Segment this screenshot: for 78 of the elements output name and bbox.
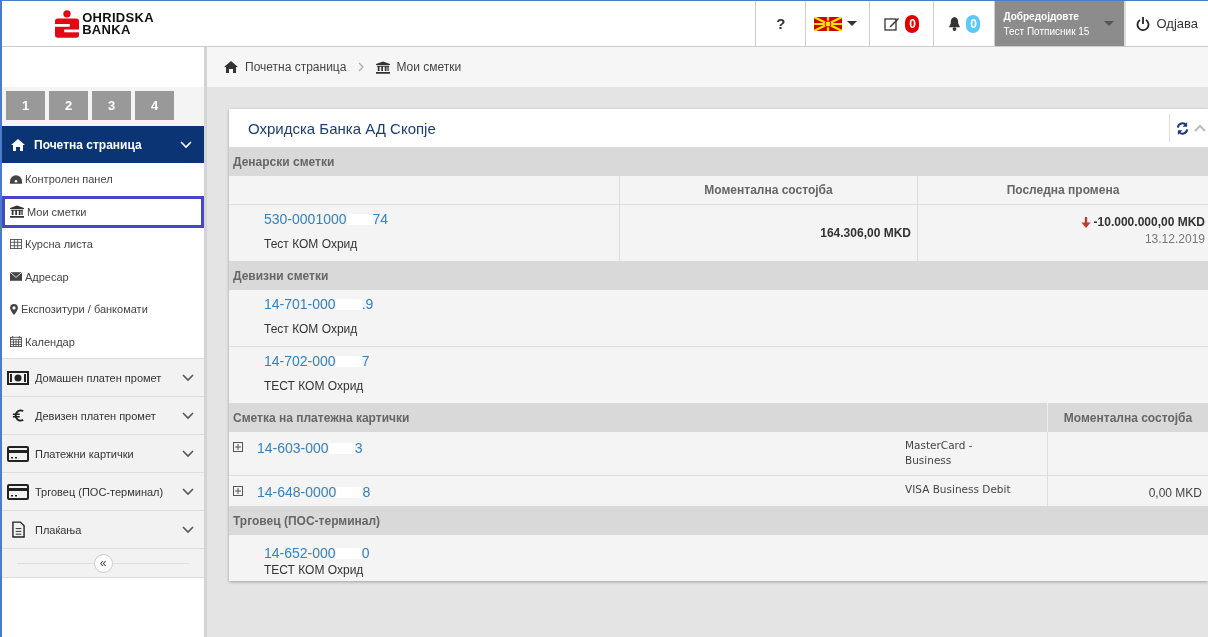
balance-amount: 0,00 MKD	[1148, 486, 1202, 500]
sidebar-item[interactable]: Контролен панел	[2, 163, 204, 196]
account-holder: ТЕСТ КОМ Охрид	[264, 563, 365, 577]
count-badge: 0	[966, 14, 981, 33]
menu-group[interactable]: Плаќања	[2, 510, 204, 548]
card-type: MasterCard - Business	[905, 438, 974, 468]
change-amount: -10.000.000,00 MKD	[1093, 215, 1205, 229]
logout-button[interactable]: Одјава	[1126, 1, 1208, 46]
account-number-link[interactable]: 14-648-0000 8	[257, 484, 371, 500]
flag-icon	[814, 16, 843, 31]
credit-card-icon	[6, 445, 30, 462]
column-header: Последна промена	[1006, 183, 1120, 197]
messages-button[interactable]: 0	[869, 1, 934, 46]
chevron-down-icon	[182, 449, 194, 458]
sidebar-item[interactable]: Адресар	[2, 260, 204, 293]
edit-icon	[884, 16, 901, 31]
arrow-down-icon	[1080, 216, 1091, 228]
calendar-icon	[10, 336, 22, 348]
help-button[interactable]: ?	[755, 1, 806, 46]
expand-icon[interactable]	[233, 486, 243, 496]
grid-icon	[10, 239, 22, 250]
section-heading: Сметка на платежна картички	[233, 410, 410, 425]
bank-icon	[10, 205, 24, 219]
account-holder: ТЕСТ КОМ Охрид	[264, 379, 365, 393]
map-pin-icon	[10, 303, 18, 315]
sidebar-item[interactable]: Мои сметки	[2, 195, 204, 228]
breadcrumb-link[interactable]: Мои сметки	[396, 60, 462, 74]
expand-icon[interactable]	[233, 442, 243, 452]
sidebar-item[interactable]: Календар	[2, 325, 204, 358]
menu-group[interactable]: Платежни картички	[2, 434, 204, 472]
chevron-down-icon	[182, 373, 194, 382]
account-number-link[interactable]: 14-652-000 0	[264, 545, 370, 561]
envelope-icon	[10, 272, 22, 282]
caret-icon	[1104, 21, 1115, 26]
count-badge: 0	[905, 14, 920, 33]
section-heading: Трговец (ПОС-терминал)	[229, 506, 1208, 535]
account-holder: Тест КОМ Охрид	[264, 237, 359, 251]
chevron-down-icon	[180, 140, 192, 149]
home-icon	[10, 137, 26, 152]
balance-amount: 164.306,00 MKD	[820, 226, 911, 240]
chevron-down-icon	[182, 411, 194, 420]
column-header: Моментална состојба	[704, 183, 833, 197]
chevron-right-icon	[358, 62, 365, 72]
account-number-link[interactable]: 14-701-000 .9	[264, 296, 374, 312]
caret-icon	[847, 21, 858, 26]
account-holder: Тест КОМ Охрид	[264, 322, 359, 336]
chevron-down-icon	[182, 487, 194, 496]
menu-group[interactable]: Трговец (ПОС-терминал)	[2, 472, 204, 510]
card-type: VISA Business Debit	[905, 482, 1011, 497]
user-name: Тест Потписник 15	[1003, 25, 1090, 37]
account-number-link[interactable]: 530-0001000 74	[264, 211, 389, 227]
menu-group[interactable]: Девизен платен промет	[2, 396, 204, 434]
section-heading: Денарски сметки	[229, 147, 1208, 176]
home-icon	[223, 60, 239, 74]
chevron-down-icon	[182, 525, 194, 534]
bell-icon	[948, 16, 962, 31]
logo-text: OHRIDSKA	[82, 11, 154, 24]
menu-section-header[interactable]: Почетна страница	[2, 126, 204, 163]
credit-card-icon	[6, 483, 30, 500]
menu-group[interactable]: Домашен платен промет	[2, 358, 204, 396]
breadcrumb-link[interactable]: Почетна страница	[245, 60, 347, 74]
collapse-button[interactable]: «	[93, 553, 113, 573]
section-heading: Девизни сметки	[229, 261, 1208, 290]
sidebar-item[interactable]: Експозитури / банкомати	[2, 293, 204, 326]
welcome-text: Добредојдовте	[1003, 10, 1079, 22]
gauge-icon	[10, 174, 22, 184]
logo-text: BANKA	[82, 23, 131, 36]
bank-logo-icon	[55, 9, 80, 38]
power-icon	[1136, 16, 1151, 31]
bank-icon	[376, 60, 391, 74]
refresh-icon[interactable]	[1176, 121, 1189, 135]
sidebar-item[interactable]: Курсна листа	[2, 228, 204, 261]
banknote-icon	[6, 370, 30, 385]
column-header: Моментална состојба	[1063, 410, 1193, 425]
card-title: Охридска Банка АД Скопје	[248, 119, 436, 137]
account-number-link[interactable]: 14-603-000 3	[257, 440, 363, 456]
change-date: 13.12.2019	[1144, 232, 1205, 246]
account-number-link[interactable]: 14-702-000 7	[264, 353, 370, 369]
